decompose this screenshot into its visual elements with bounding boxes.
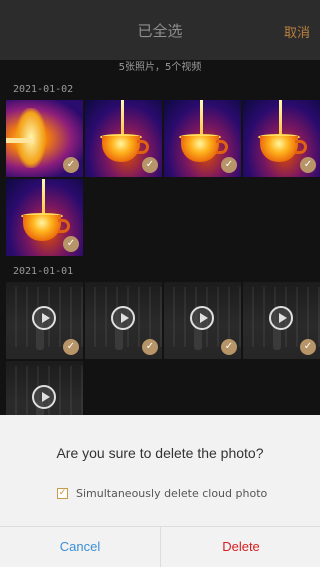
thumbnail[interactable]: ✓ (164, 100, 241, 177)
date-header: 2021-01-01 (13, 266, 74, 277)
check-icon[interactable]: ✓ (221, 339, 237, 355)
play-icon[interactable] (32, 385, 56, 409)
check-icon[interactable]: ✓ (300, 339, 316, 355)
thumbnail[interactable]: ✓ (243, 282, 320, 359)
cloud-delete-label: Simultaneously delete cloud photo (76, 487, 268, 500)
dialog-message: Are you sure to delete the photo? (56, 445, 264, 461)
delete-confirm-dialog: Are you sure to delete the photo? ✓ Simu… (0, 415, 320, 567)
video-grid: ✓ ✓ ✓ ✓ (0, 282, 320, 415)
date-header: 2021-01-02 (13, 84, 74, 95)
cancel-select-button[interactable]: 取消 (284, 22, 310, 41)
play-icon[interactable] (32, 306, 56, 330)
thumbnail[interactable]: ✓ (85, 282, 162, 359)
check-icon[interactable]: ✓ (300, 157, 316, 173)
thumbnail[interactable]: ✓ (164, 282, 241, 359)
play-icon[interactable] (269, 306, 293, 330)
check-icon[interactable]: ✓ (142, 157, 158, 173)
check-icon[interactable]: ✓ (142, 339, 158, 355)
checkbox-icon[interactable]: ✓ (57, 488, 68, 499)
thumbnail[interactable]: ✓ (6, 179, 83, 256)
check-icon[interactable]: ✓ (63, 339, 79, 355)
selection-count: 5张照片，5个视频 (118, 62, 202, 73)
thumbnail[interactable]: ✓ (85, 100, 162, 177)
delete-button[interactable]: Delete (161, 527, 320, 567)
thumbnail[interactable] (6, 361, 83, 415)
check-icon[interactable]: ✓ (63, 157, 79, 173)
cloud-delete-option[interactable]: ✓ Simultaneously delete cloud photo (57, 487, 267, 500)
media-gallery: 5张照片，5个视频 2021-01-02 ✓ ✓ ✓ ✓ ✓ 2021-01-0… (0, 60, 320, 415)
page-title: 已全选 (137, 22, 183, 40)
photo-grid: ✓ ✓ ✓ ✓ ✓ (0, 100, 320, 256)
thumbnail[interactable]: ✓ (6, 282, 83, 359)
top-bar: 已全选 取消 (0, 0, 320, 60)
play-icon[interactable] (190, 306, 214, 330)
play-icon[interactable] (111, 306, 135, 330)
check-icon[interactable]: ✓ (63, 236, 79, 252)
thumbnail[interactable]: ✓ (6, 100, 83, 177)
check-icon[interactable]: ✓ (221, 157, 237, 173)
thumbnail[interactable]: ✓ (243, 100, 320, 177)
cancel-button[interactable]: Cancel (0, 527, 160, 567)
